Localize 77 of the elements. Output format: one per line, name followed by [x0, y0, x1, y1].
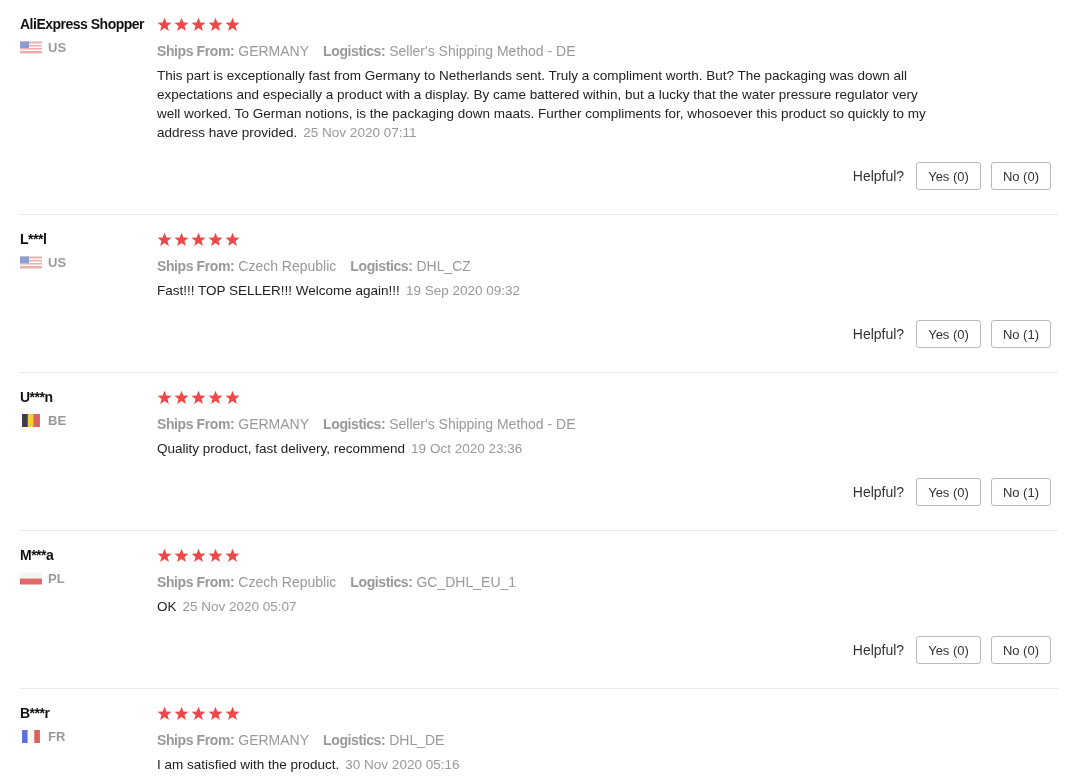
star-icon — [225, 17, 240, 32]
logistics-value: DHL_CZ — [416, 258, 471, 274]
ships-from-label: Ships From: — [157, 416, 235, 432]
logistics-value: DHL_DE — [389, 732, 445, 748]
star-icon — [157, 390, 172, 405]
star-icon — [225, 232, 240, 247]
helpful-label: Helpful? — [852, 168, 905, 184]
star-icon — [174, 706, 189, 721]
country-code: PL — [48, 571, 65, 586]
flag-icon — [20, 256, 42, 269]
helpful-label: Helpful? — [852, 326, 905, 342]
yes-button[interactable]: Yes (0) — [916, 478, 981, 506]
ships-from-label: Ships From: — [157, 574, 235, 590]
star-icon — [174, 232, 189, 247]
star-icon — [225, 706, 240, 721]
review-text: Fast!!! TOP SELLER!!! Welcome again!!! 19 Sep 2020 09:32 — [157, 282, 521, 300]
star-icon — [191, 706, 206, 721]
no-button[interactable]: No (1) — [990, 320, 1051, 348]
star-icon — [191, 390, 206, 405]
ships-from-value: GERMANY — [238, 732, 310, 748]
star-icon — [208, 17, 223, 32]
star-icon — [174, 548, 189, 563]
star-icon — [208, 232, 223, 247]
yes-button[interactable]: Yes (0) — [916, 636, 981, 664]
country-code: BE — [48, 413, 67, 428]
flag-icon — [20, 730, 42, 743]
logistics-label: Logistics: — [350, 574, 413, 590]
logistics-label: Logistics: — [323, 416, 386, 432]
star-icon — [225, 390, 240, 405]
user-name: L***l — [20, 230, 48, 249]
review-text: OK 25 Nov 2020 05:07 — [157, 598, 298, 616]
star-icon — [157, 548, 172, 563]
ships-from-value: Czech Republic — [238, 574, 337, 590]
ships-from-value: GERMANY — [238, 43, 310, 59]
star-icon — [208, 548, 223, 563]
review-text: This part is exceptionally fast from Germany to Netherlands sent. Truly a compliment worth. But? The packaging was down all expectations and especially a product with a display. By came battered within, but a lucky that the water pressure regulator very well worked. To German notions, is the packaging down maats. Further compliments for, whosoever this product so quickly to my address have provided. 25 Nov 2020 07:11 — [157, 67, 927, 142]
flag-icon — [20, 414, 42, 427]
no-button[interactable]: No (0) — [990, 162, 1051, 190]
user-name: AliExpress Shopper — [20, 15, 146, 34]
yes-button[interactable]: Yes (0) — [916, 162, 981, 190]
star-icon — [174, 17, 189, 32]
star-icon — [157, 232, 172, 247]
flag-icon — [20, 572, 42, 585]
ships-from-label: Ships From: — [157, 732, 235, 748]
ships-from-value: GERMANY — [238, 416, 310, 432]
star-icon — [225, 548, 240, 563]
logistics-value: GC_DHL_EU_1 — [416, 574, 517, 590]
ships-from-label: Ships From: — [157, 43, 235, 59]
star-icon — [191, 17, 206, 32]
star-icon — [208, 390, 223, 405]
user-name: B***r — [20, 704, 51, 723]
star-icon — [157, 706, 172, 721]
flag-icon — [20, 41, 42, 54]
yes-button[interactable]: Yes (0) — [916, 320, 981, 348]
star-icon — [174, 390, 189, 405]
ships-from-value: Czech Republic — [238, 258, 337, 274]
star-icon — [157, 17, 172, 32]
no-button[interactable]: No (1) — [990, 478, 1051, 506]
logistics-label: Logistics: — [323, 732, 386, 748]
helpful-label: Helpful? — [852, 642, 905, 658]
star-icon — [191, 232, 206, 247]
helpful-label: Helpful? — [852, 484, 905, 500]
review-text: Quality product, fast delivery, recommend 19 Oct 2020 23:36 — [157, 440, 524, 458]
no-button[interactable]: No (0) — [990, 636, 1051, 664]
ships-from-label: Ships From: — [157, 258, 235, 274]
user-name: U***n — [20, 388, 54, 407]
country-code: US — [48, 255, 67, 270]
star-icon — [208, 706, 223, 721]
logistics-label: Logistics: — [323, 43, 386, 59]
star-icon — [191, 548, 206, 563]
country-code: FR — [48, 729, 66, 744]
logistics-label: Logistics: — [350, 258, 413, 274]
logistics-value: Seller's Shipping Method - DE — [389, 416, 576, 432]
country-code: US — [48, 40, 67, 55]
user-name: M***a — [20, 546, 55, 565]
logistics-value: Seller's Shipping Method - DE — [389, 43, 576, 59]
review-text: I am satisfied with the product. 30 Nov 2020 05:16 — [157, 756, 461, 774]
